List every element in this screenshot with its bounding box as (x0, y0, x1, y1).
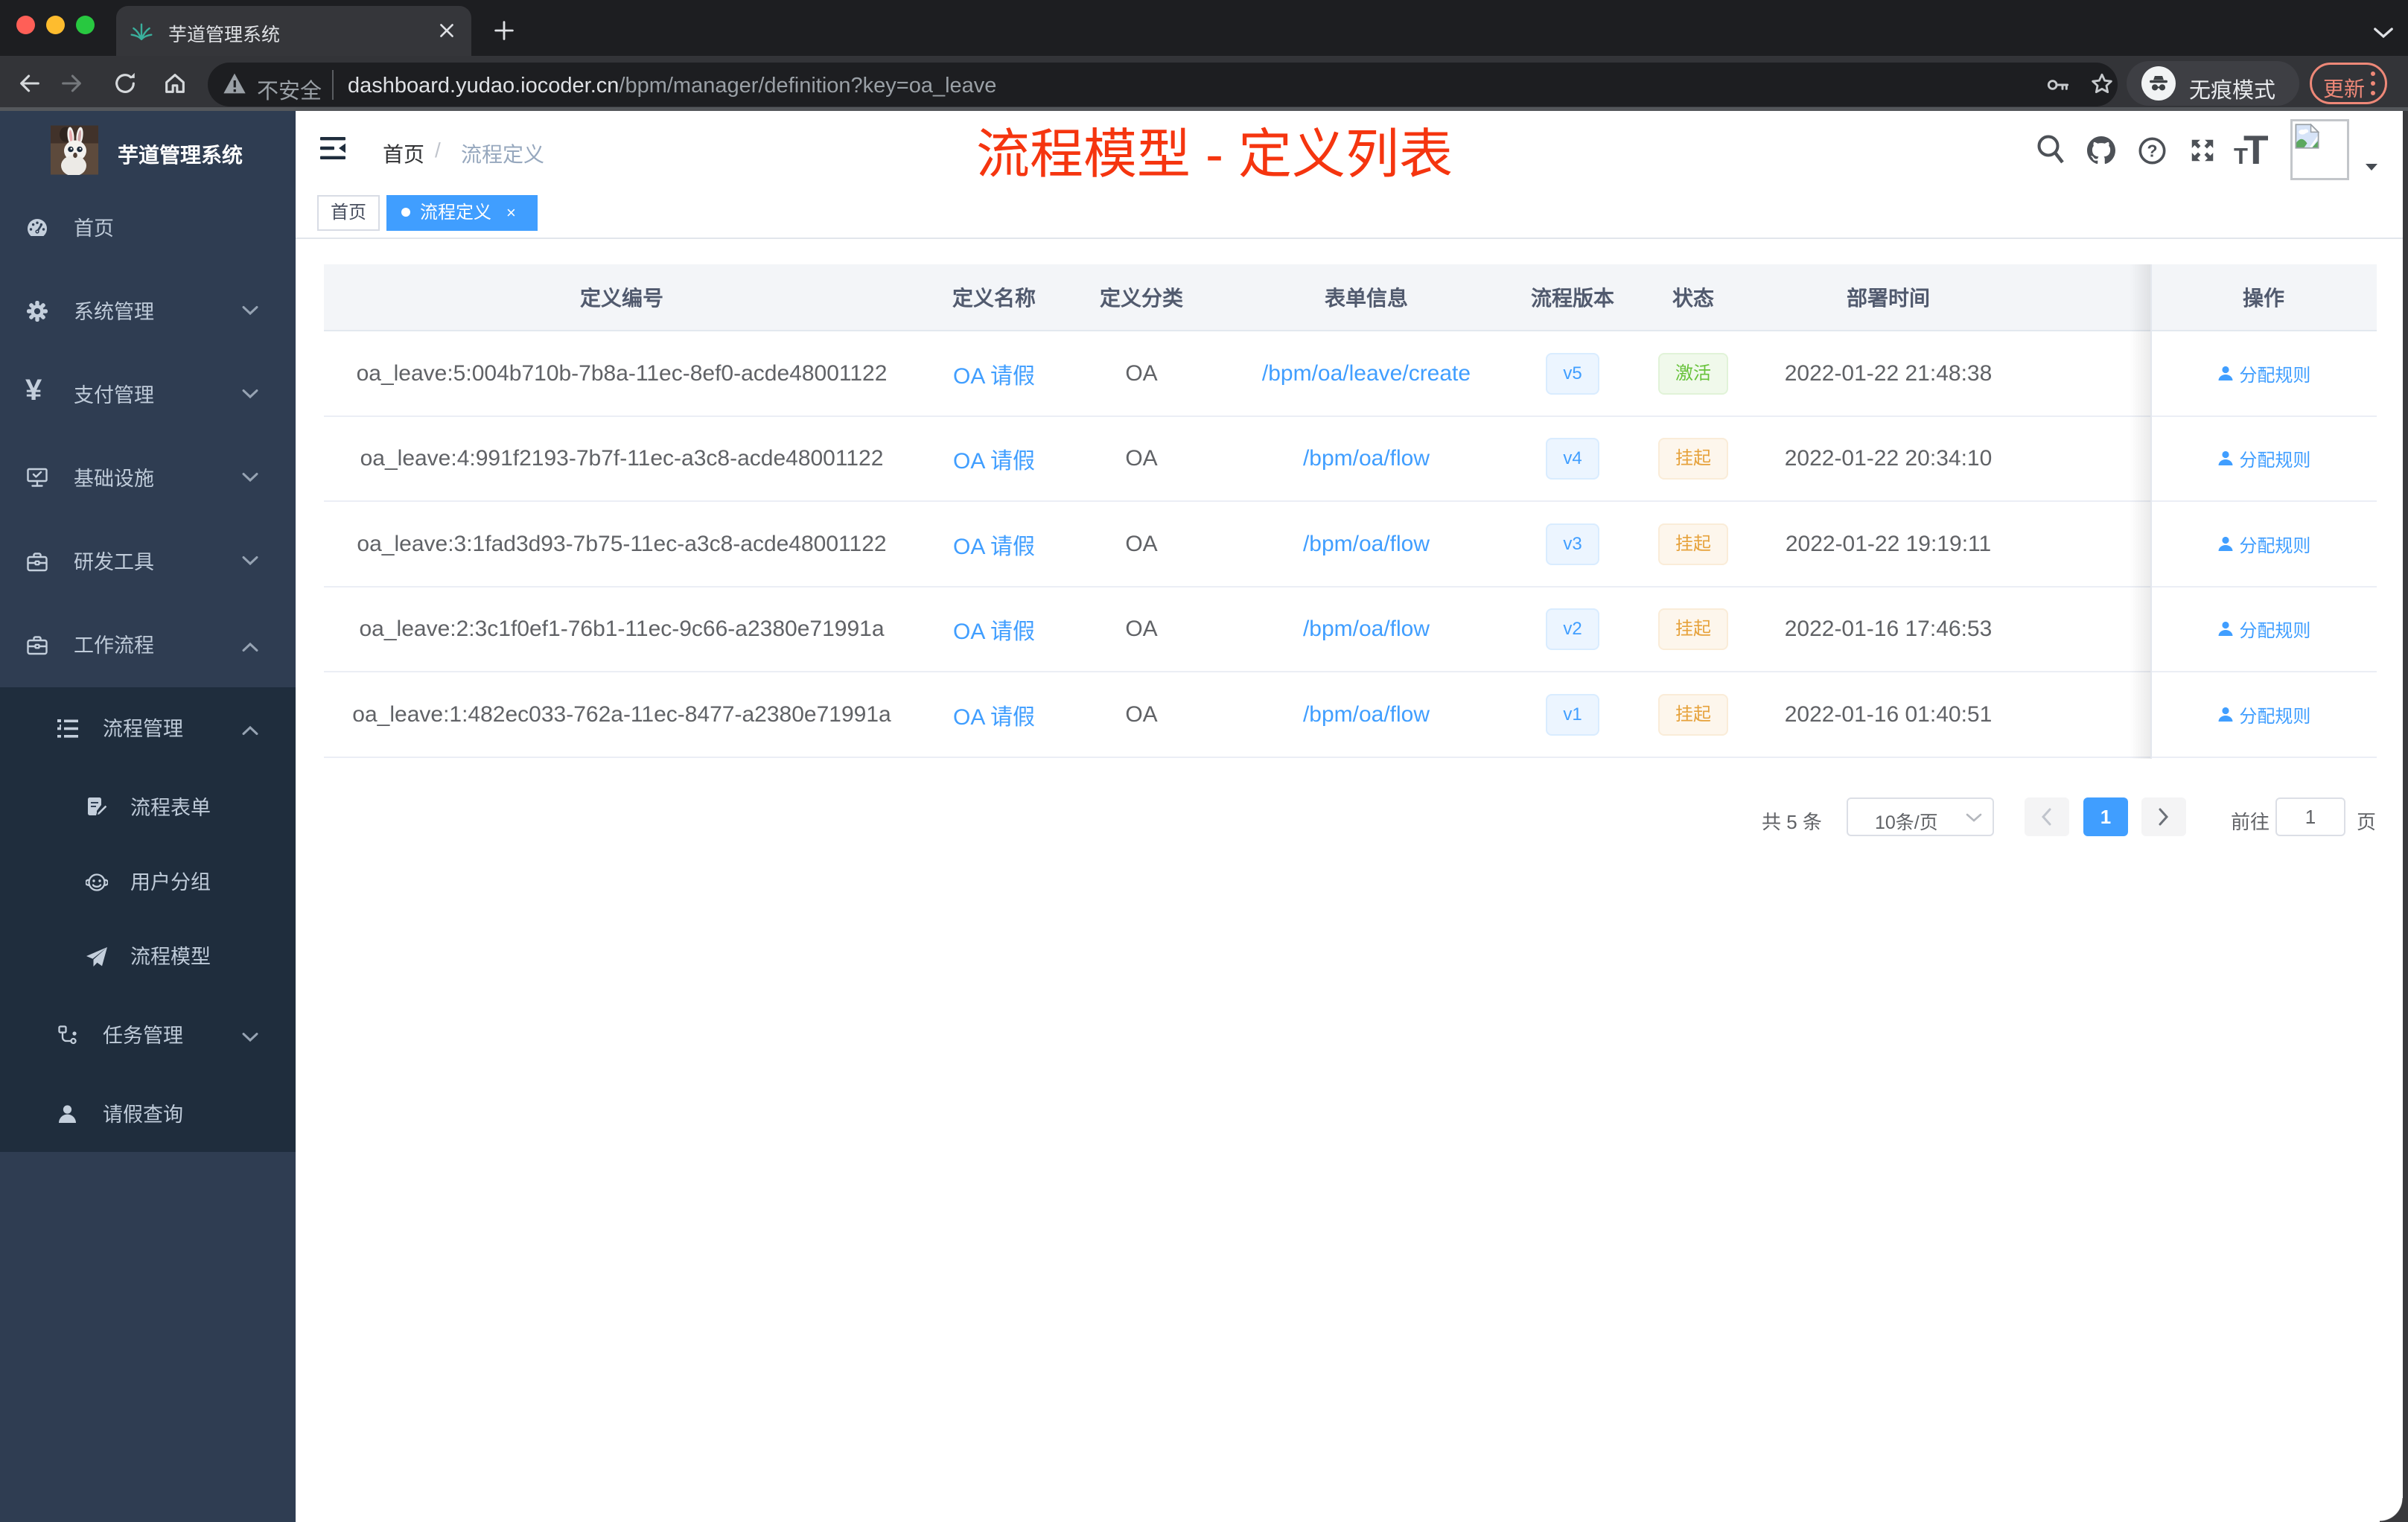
svg-text:?: ? (2147, 141, 2157, 161)
